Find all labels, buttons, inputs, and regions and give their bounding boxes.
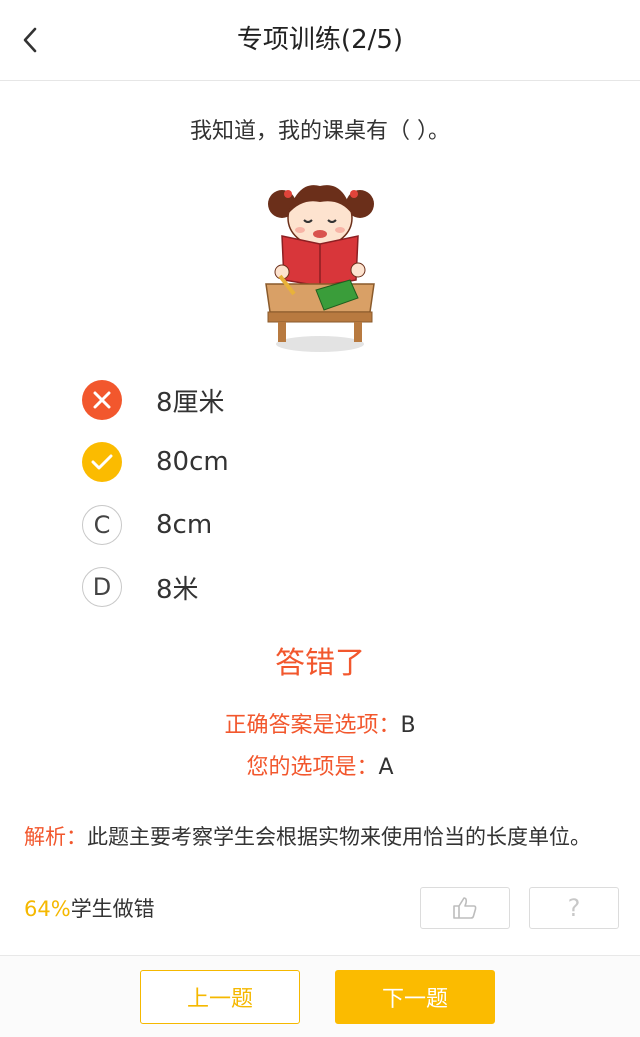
result-title: 答错了 [275,646,365,681]
girl-reading-illustration [265,185,375,352]
option-b[interactable]: 80cm [82,442,482,482]
next-question-button[interactable]: 下一题 [335,970,495,1024]
footer-bar: 上一题 下一题 [0,955,640,1037]
option-c[interactable]: C 8cm [82,505,482,545]
error-stats-label: 学生做错 [70,897,155,921]
analysis-row: 解析：此题主要考察学生会根据实物来使用恰当的长度单位。 [24,822,591,852]
option-c-text: 8cm [156,510,213,540]
help-button[interactable]: ? [529,887,619,929]
correct-answer-label: 正确答案是选项： [224,713,401,738]
your-answer-value: A [378,755,394,780]
option-a[interactable]: 8厘米 [82,380,482,420]
option-d-text: 8米 [156,574,199,605]
header-bar: 专项训练(2/5) [0,0,640,81]
error-percent: 64% [24,897,71,921]
analysis-label: 解析： [24,825,87,849]
option-d[interactable]: D 8米 [82,567,482,607]
error-stats: 64%学生做错 [24,894,155,924]
wrong-mark-icon [82,380,122,420]
page-title: 专项训练(2/5) [236,25,404,55]
like-button[interactable] [420,887,510,929]
correct-check-icon [82,442,122,482]
thumbs-up-icon [453,897,477,919]
option-d-letter: D [82,567,122,607]
your-answer-row: 您的选项是：A [0,753,640,783]
option-c-letter: C [82,505,122,545]
option-b-text: 80cm [156,447,229,477]
correct-answer-row: 正确答案是选项：B [0,711,640,741]
analysis-text: 此题主要考察学生会根据实物来使用恰当的长度单位。 [87,825,591,849]
question-text: 我知道，我的课桌有（ ）。 [190,119,450,144]
your-answer-label: 您的选项是： [246,755,379,780]
correct-answer-value: B [400,713,416,738]
prev-question-button[interactable]: 上一题 [140,970,300,1024]
option-a-text: 8厘米 [156,387,225,418]
